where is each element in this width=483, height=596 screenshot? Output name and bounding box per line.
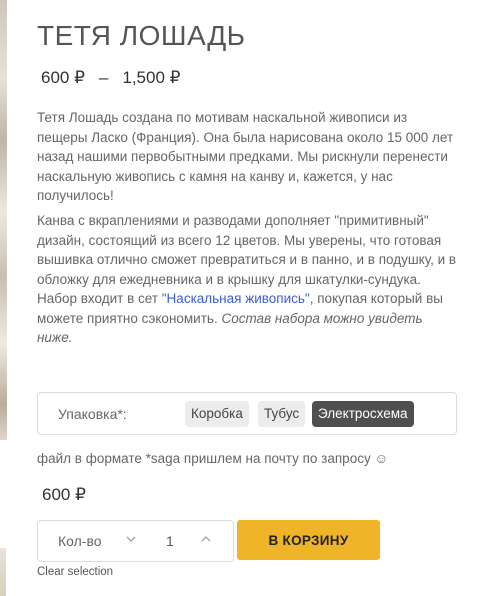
price-max: 1,500 ₽ [122, 68, 181, 87]
selected-price: 600 ₽ [42, 485, 86, 504]
description-paragraph-2: Канва с вкраплениями и разводами дополня… [37, 211, 457, 348]
quantity-label: Кол-во [58, 533, 102, 549]
product-image-edge-lower [0, 548, 6, 596]
clear-selection-link[interactable]: Clear selection [37, 566, 113, 578]
product-title: ТЕТЯ ЛОШАДЬ [37, 20, 246, 51]
option-box[interactable]: Коробка [185, 401, 249, 427]
quantity-value[interactable]: 1 [166, 533, 174, 549]
price-separator: – [98, 68, 109, 87]
packaging-variation: Упаковка*: Коробка Тубус Электросхема [37, 392, 457, 435]
chevron-down-icon[interactable] [126, 530, 136, 551]
description-paragraph-1: Тетя Лошадь создана по мотивам наскально… [37, 110, 454, 203]
option-digital-pattern[interactable]: Электросхема [312, 401, 414, 427]
chevron-up-icon[interactable] [201, 530, 211, 551]
packaging-label: Упаковка*: [58, 406, 127, 422]
variation-note: файл в формате *saga пришлем на почту по… [37, 451, 389, 466]
add-to-cart-button[interactable]: В КОРЗИНУ [237, 520, 380, 560]
option-tube[interactable]: Тубус [258, 401, 306, 427]
quantity-stepper: Кол-во 1 [37, 520, 234, 562]
product-image-edge [0, 0, 7, 440]
set-link[interactable]: "Наскальная живопись" [162, 291, 310, 306]
price-range: 600 ₽ –1,500 ₽ [41, 68, 180, 88]
price-min: 600 ₽ [41, 68, 85, 87]
